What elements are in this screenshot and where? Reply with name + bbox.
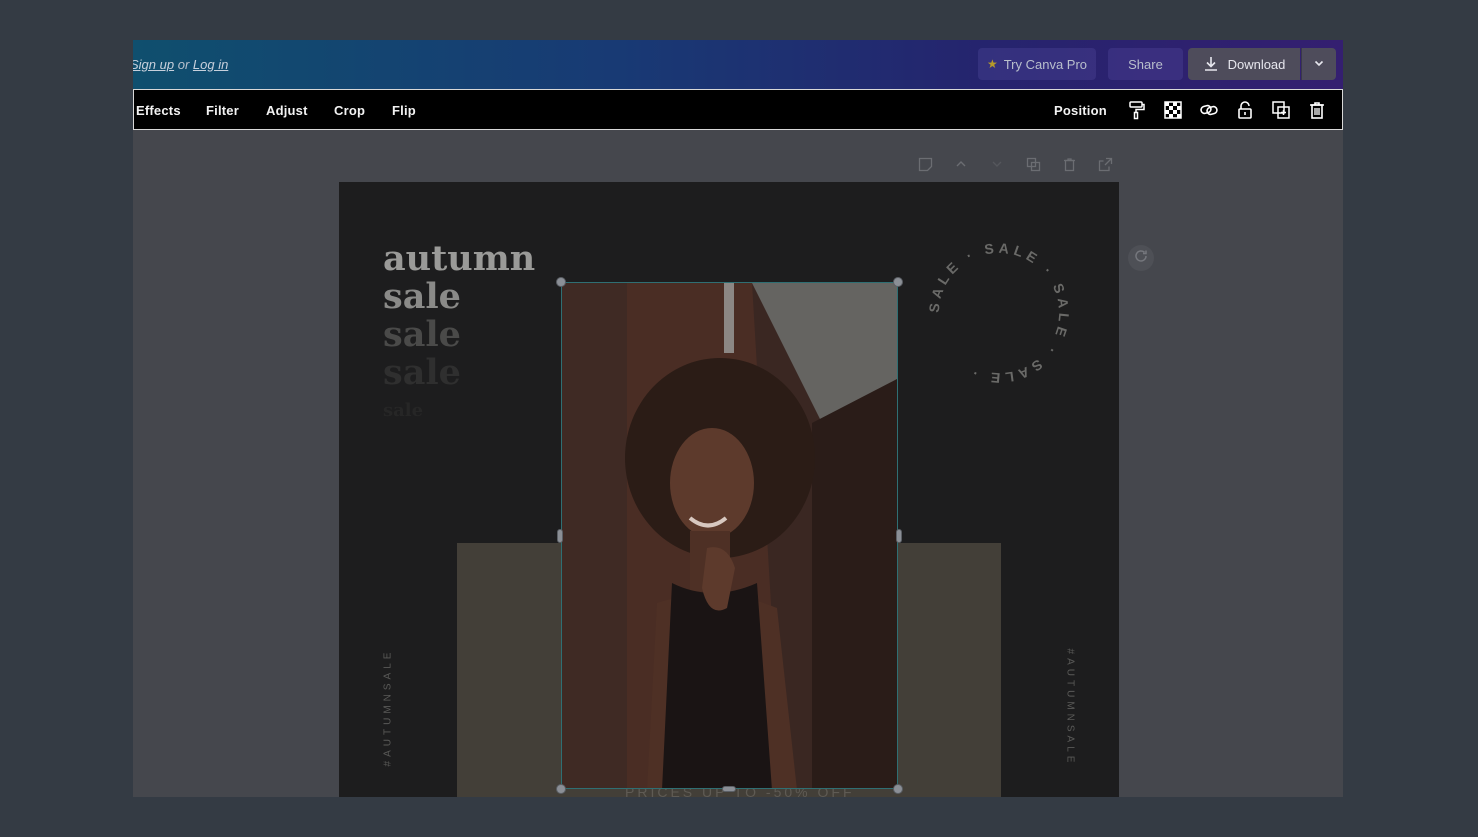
title-line-2: sale xyxy=(383,276,461,317)
auth-links: Sign up or Log in xyxy=(133,57,228,72)
download-icon xyxy=(1203,56,1219,72)
share-label: Share xyxy=(1128,56,1163,72)
transparency-icon[interactable] xyxy=(1163,100,1183,120)
resize-handle-left[interactable] xyxy=(557,529,563,543)
try-canva-pro-button[interactable]: ★ Try Canva Pro xyxy=(978,48,1096,80)
resize-handle-bottom-right[interactable] xyxy=(893,784,903,794)
delete-page-icon[interactable] xyxy=(1061,156,1077,172)
circle-sale-path: SALE · SALE · SALE · SALE · xyxy=(926,240,1068,387)
link-icon[interactable] xyxy=(1199,100,1219,120)
login-link[interactable]: Log in xyxy=(193,57,228,72)
note-icon[interactable] xyxy=(917,156,933,172)
trash-icon[interactable] xyxy=(1307,100,1327,120)
paint-roller-icon[interactable] xyxy=(1127,100,1147,120)
title-line-3: sale xyxy=(383,314,461,355)
svg-text:SALE · SALE · SALE · SALE ·: SALE · SALE · SALE · SALE · xyxy=(926,240,1073,387)
editor-window: Sign up or Log in ★ Try Canva Pro Share … xyxy=(133,40,1343,797)
resize-handle-top-left[interactable] xyxy=(556,277,566,287)
resize-handle-right[interactable] xyxy=(896,529,902,543)
chevron-down-icon xyxy=(1313,57,1325,72)
share-button[interactable]: Share xyxy=(1108,48,1183,80)
flip-button[interactable]: Flip xyxy=(392,103,416,118)
resize-handle-bottom[interactable] xyxy=(722,786,736,792)
photo-image xyxy=(562,283,897,788)
download-label: Download xyxy=(1227,56,1286,72)
refresh-button[interactable] xyxy=(1128,245,1154,271)
chevron-up-icon[interactable] xyxy=(953,156,969,172)
vertical-hashtag-right: #AUTUMNSALE xyxy=(1064,648,1076,767)
resize-handle-bottom-left[interactable] xyxy=(556,784,566,794)
title-line-5: sale xyxy=(383,400,424,421)
adjust-button[interactable]: Adjust xyxy=(266,103,308,118)
image-edit-toolbar: Effects Filter Adjust Crop Flip Position xyxy=(133,89,1343,130)
crop-button[interactable]: Crop xyxy=(334,103,365,118)
selected-photo[interactable] xyxy=(561,282,898,789)
canvas-area: autumn sale sale sale sale SALE · SALE ·… xyxy=(133,130,1343,797)
try-canva-pro-label: Try Canva Pro xyxy=(1003,56,1088,72)
duplicate-icon[interactable] xyxy=(1271,100,1291,120)
copy-page-icon[interactable] xyxy=(1025,156,1041,172)
top-bar: Sign up or Log in ★ Try Canva Pro Share … xyxy=(133,40,1343,89)
signup-link[interactable]: Sign up xyxy=(133,57,174,72)
chevron-down-icon[interactable] xyxy=(989,156,1005,172)
download-options-button[interactable] xyxy=(1301,48,1336,80)
or-label: or xyxy=(177,57,190,72)
position-button[interactable]: Position xyxy=(1054,103,1107,118)
title-line-4: sale xyxy=(383,352,461,393)
add-page-icon[interactable] xyxy=(1097,156,1113,172)
download-button[interactable]: Download xyxy=(1188,48,1300,80)
filter-button[interactable]: Filter xyxy=(206,103,239,118)
lock-icon[interactable] xyxy=(1235,100,1255,120)
circle-sale-text: SALE · SALE · SALE · SALE · xyxy=(926,240,1073,387)
star-icon: ★ xyxy=(986,57,998,71)
refresh-icon xyxy=(1133,248,1149,269)
effects-button[interactable]: Effects xyxy=(136,103,181,118)
resize-handle-top-right[interactable] xyxy=(893,277,903,287)
title-line-1: autumn xyxy=(383,238,536,279)
vertical-hashtag-left: #AUTUMNSALE xyxy=(382,648,394,767)
